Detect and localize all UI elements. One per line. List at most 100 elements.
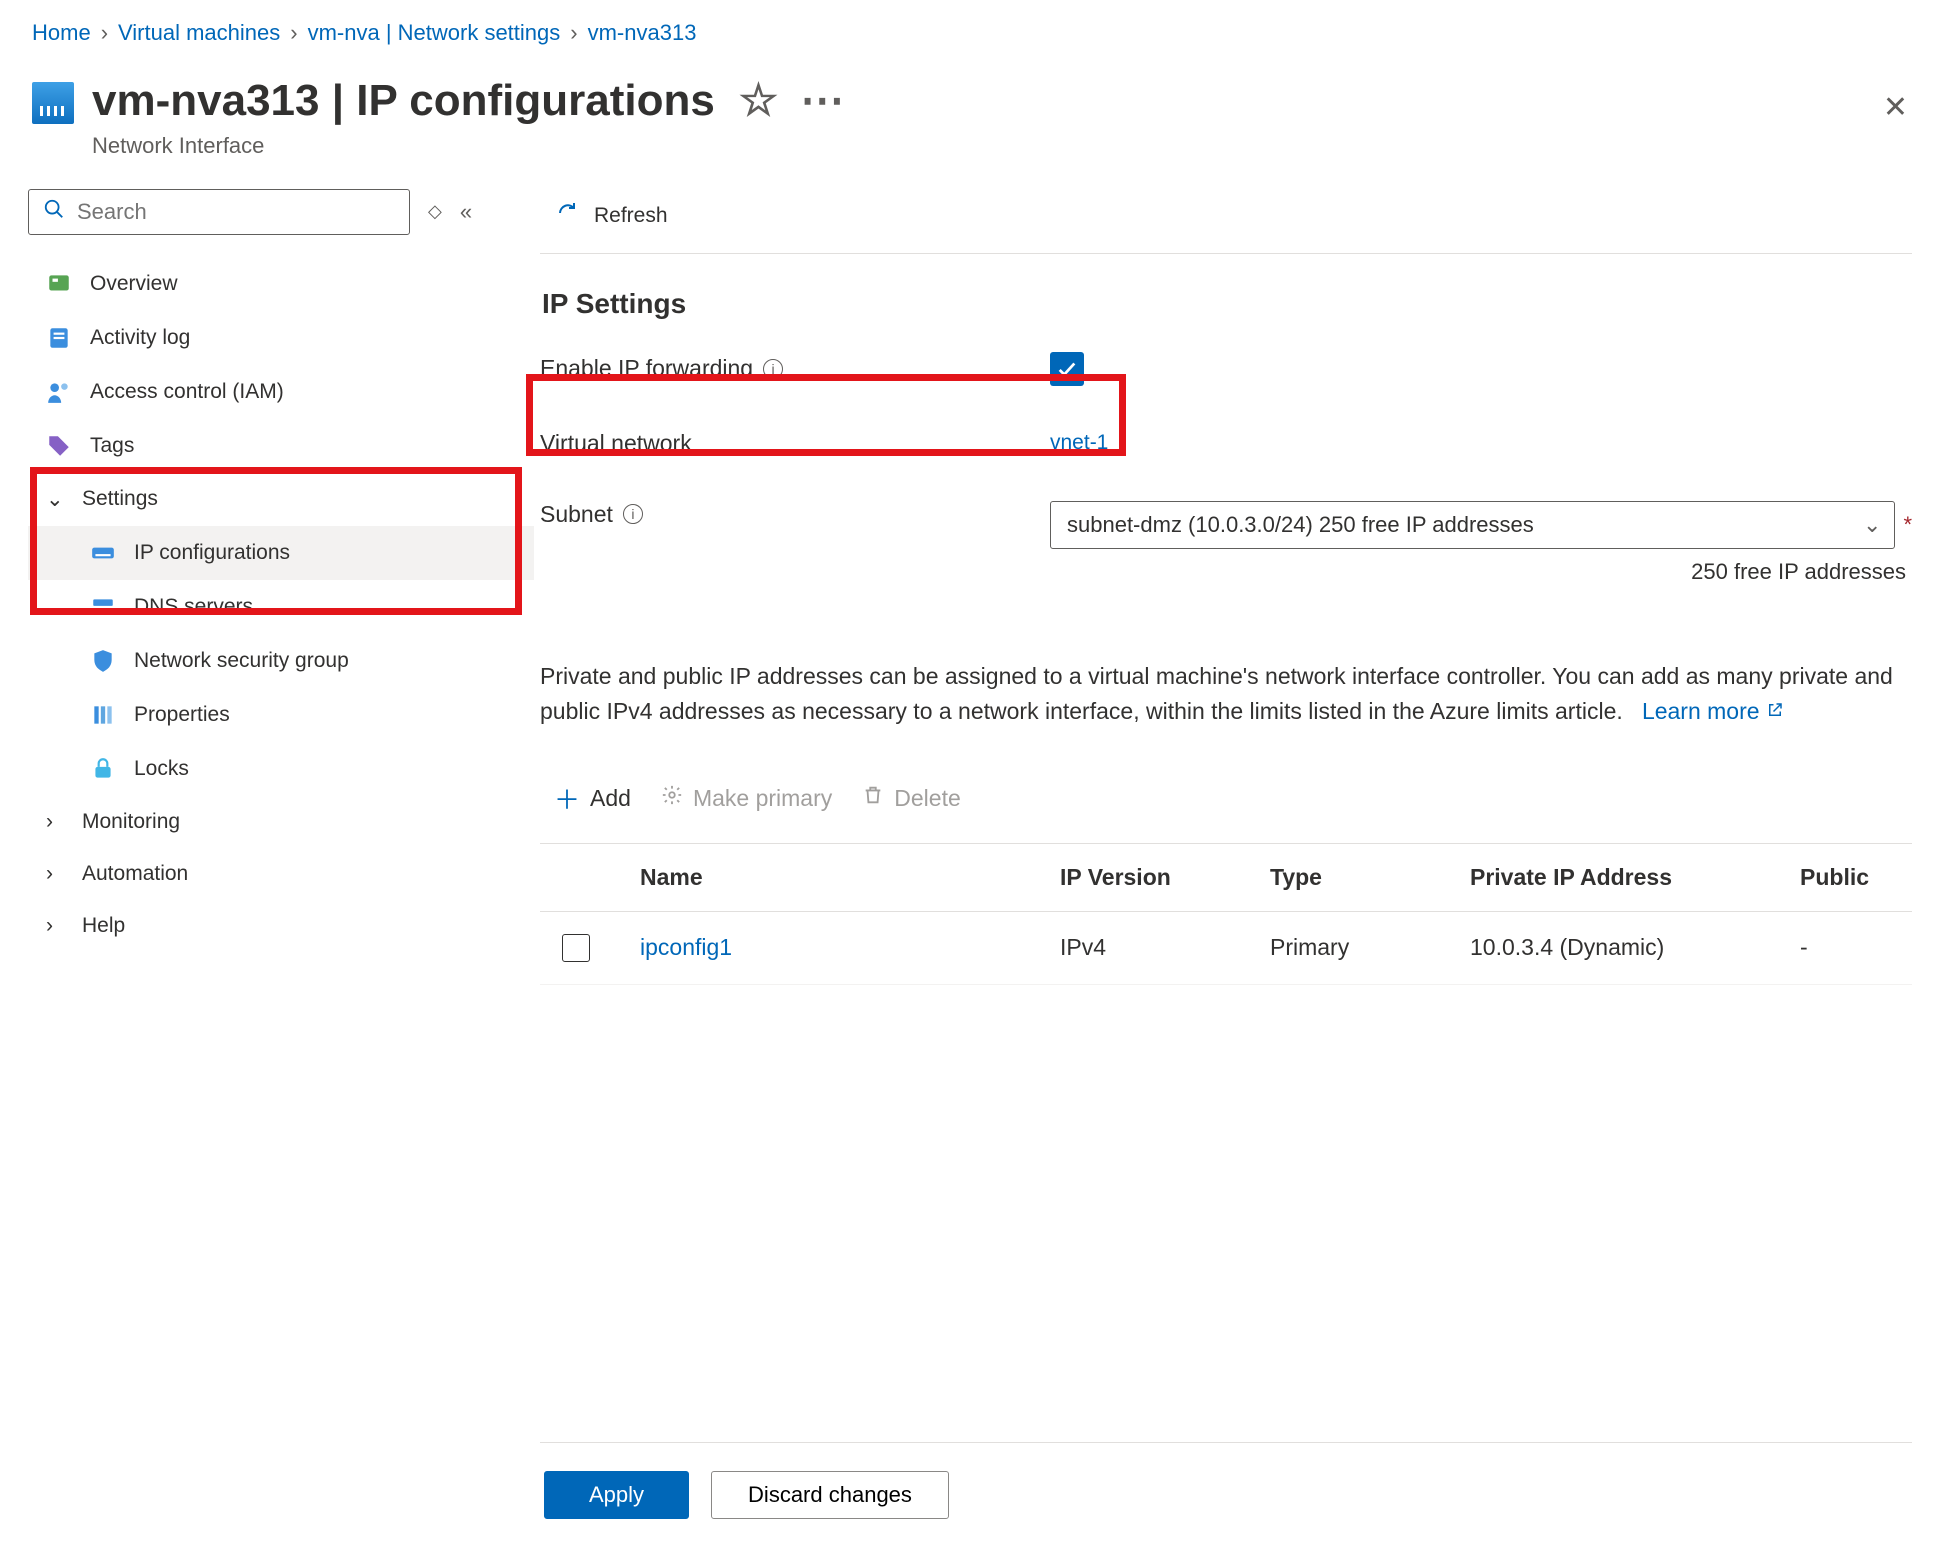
sidebar-item-label: Tags bbox=[90, 434, 134, 458]
sidebar-item-nsg[interactable]: Network security group bbox=[28, 634, 534, 688]
delete-label: Delete bbox=[894, 785, 960, 812]
sidebar-group-help[interactable]: › Help bbox=[28, 900, 534, 952]
chevron-right-icon: › bbox=[101, 20, 108, 46]
chevron-right-icon: › bbox=[290, 20, 297, 46]
discard-button[interactable]: Discard changes bbox=[711, 1471, 949, 1519]
gear-icon bbox=[661, 784, 683, 812]
ipconfig-table: Name IP Version Type Private IP Address … bbox=[540, 843, 1912, 985]
breadcrumb: Home › Virtual machines › vm-nva | Netwo… bbox=[0, 0, 1942, 56]
cell-public: - bbox=[1790, 911, 1912, 984]
sidebar-group-settings[interactable]: ⌄ Settings bbox=[28, 473, 534, 526]
close-icon[interactable]: ✕ bbox=[1883, 90, 1908, 125]
page-subtitle: Network Interface bbox=[92, 133, 1910, 159]
sidebar-item-label: Network security group bbox=[134, 649, 349, 673]
sidebar-item-activity-log[interactable]: Activity log bbox=[28, 311, 534, 365]
breadcrumb-network-settings[interactable]: vm-nva | Network settings bbox=[308, 20, 561, 46]
sidebar-group-monitoring[interactable]: › Monitoring bbox=[28, 796, 534, 848]
sidebar-item-tags[interactable]: Tags bbox=[28, 419, 534, 473]
collapse-icon[interactable]: « bbox=[460, 199, 472, 225]
sidebar-group-label: Help bbox=[82, 914, 125, 938]
info-icon[interactable]: i bbox=[763, 359, 783, 379]
favorite-icon[interactable]: ☆ bbox=[739, 76, 778, 127]
cell-ip-version: IPv4 bbox=[1050, 911, 1260, 984]
required-indicator: * bbox=[1903, 512, 1912, 538]
info-icon[interactable]: i bbox=[623, 504, 643, 524]
ipconfig-toolbar: ＋ Add Make primary Delete bbox=[540, 768, 1912, 835]
trash-icon bbox=[862, 784, 884, 812]
cell-type: Primary bbox=[1260, 911, 1460, 984]
sidebar-item-ip-configurations[interactable]: IP configurations bbox=[28, 526, 534, 580]
sidebar-item-label: Properties bbox=[134, 703, 230, 727]
sidebar-item-label: Overview bbox=[90, 272, 178, 296]
cell-private-ip: 10.0.3.4 (Dynamic) bbox=[1460, 911, 1790, 984]
virtual-network-link[interactable]: vnet-1 bbox=[1050, 431, 1108, 455]
sidebar-item-label: IP configurations bbox=[134, 541, 290, 565]
properties-icon bbox=[90, 702, 116, 728]
add-button[interactable]: ＋ Add bbox=[554, 780, 631, 817]
expand-vertical-icon[interactable]: ◇ bbox=[428, 201, 442, 222]
sidebar-group-label: Settings bbox=[82, 487, 158, 511]
chevron-down-icon: ⌄ bbox=[46, 487, 64, 512]
sidebar-search[interactable] bbox=[28, 189, 410, 235]
sidebar-item-overview[interactable]: Overview bbox=[28, 257, 534, 311]
sidebar-group-automation[interactable]: › Automation bbox=[28, 848, 534, 900]
sidebar-item-properties[interactable]: Properties bbox=[28, 688, 534, 742]
description-text: Private and public IP addresses can be a… bbox=[540, 659, 1912, 730]
make-primary-button: Make primary bbox=[661, 784, 832, 812]
page-header: vm-nva313 | IP configurations ☆ ⋯ Networ… bbox=[0, 56, 1942, 187]
column-header-type[interactable]: Type bbox=[1260, 843, 1460, 911]
activity-log-icon bbox=[46, 325, 72, 351]
column-header-private-ip[interactable]: Private IP Address bbox=[1460, 843, 1790, 911]
chevron-down-icon: ⌄ bbox=[1863, 512, 1881, 538]
breadcrumb-current[interactable]: vm-nva313 bbox=[588, 20, 697, 46]
table-row[interactable]: ipconfig1 IPv4 Primary 10.0.3.4 (Dynamic… bbox=[540, 911, 1912, 984]
chevron-right-icon: › bbox=[570, 20, 577, 46]
refresh-icon bbox=[556, 201, 580, 231]
sidebar-group-label: Monitoring bbox=[82, 810, 180, 834]
column-header-name[interactable]: Name bbox=[630, 843, 1050, 911]
sidebar-item-label: DNS servers bbox=[134, 595, 253, 619]
subnet-select[interactable]: subnet-dmz (10.0.3.0/24) 250 free IP add… bbox=[1050, 501, 1895, 549]
add-label: Add bbox=[590, 785, 631, 812]
column-header-ip-version[interactable]: IP Version bbox=[1050, 843, 1260, 911]
sidebar-item-dns-servers[interactable]: DNS servers bbox=[28, 580, 534, 634]
make-primary-label: Make primary bbox=[693, 785, 832, 812]
tags-icon bbox=[46, 433, 72, 459]
plus-icon: ＋ bbox=[554, 780, 580, 817]
learn-more-link[interactable]: Learn more bbox=[1642, 694, 1784, 730]
delete-button: Delete bbox=[862, 784, 960, 812]
subnet-selected-value: subnet-dmz (10.0.3.0/24) 250 free IP add… bbox=[1067, 512, 1534, 538]
dns-icon bbox=[90, 594, 116, 620]
chevron-right-icon: › bbox=[46, 810, 64, 834]
ip-forwarding-label: Enable IP forwarding bbox=[540, 355, 753, 382]
refresh-button[interactable]: Refresh bbox=[594, 204, 668, 228]
ip-forwarding-checkbox[interactable] bbox=[1050, 352, 1084, 386]
external-link-icon bbox=[1766, 694, 1784, 730]
breadcrumb-home[interactable]: Home bbox=[32, 20, 91, 46]
sidebar-group-label: Automation bbox=[82, 862, 188, 886]
sidebar-item-access-control[interactable]: Access control (IAM) bbox=[28, 365, 534, 419]
more-icon[interactable]: ⋯ bbox=[800, 76, 844, 127]
sidebar-item-label: Locks bbox=[134, 757, 189, 781]
breadcrumb-vms[interactable]: Virtual machines bbox=[118, 20, 280, 46]
page-title: vm-nva313 | IP configurations bbox=[92, 76, 715, 127]
footer: Apply Discard changes bbox=[540, 1442, 1912, 1547]
ip-settings-heading: IP Settings bbox=[542, 288, 1912, 320]
lock-icon bbox=[90, 756, 116, 782]
command-bar: Refresh bbox=[540, 189, 1912, 254]
network-interface-icon bbox=[32, 82, 74, 124]
subnet-helper-text: 250 free IP addresses bbox=[1050, 559, 1912, 585]
shield-icon bbox=[90, 648, 116, 674]
ipconfig-name-link[interactable]: ipconfig1 bbox=[640, 934, 732, 960]
chevron-right-icon: › bbox=[46, 914, 64, 938]
virtual-network-label: Virtual network bbox=[540, 430, 692, 457]
sidebar-item-locks[interactable]: Locks bbox=[28, 742, 534, 796]
learn-more-label: Learn more bbox=[1642, 694, 1760, 730]
search-input[interactable] bbox=[77, 199, 395, 225]
apply-button[interactable]: Apply bbox=[544, 1471, 689, 1519]
column-header-public[interactable]: Public bbox=[1790, 843, 1912, 911]
sidebar-item-label: Access control (IAM) bbox=[90, 380, 284, 404]
row-checkbox[interactable] bbox=[562, 934, 590, 962]
main-content: Refresh IP Settings Enable IP forwarding… bbox=[540, 187, 1942, 1547]
sidebar-item-label: Activity log bbox=[90, 326, 190, 350]
